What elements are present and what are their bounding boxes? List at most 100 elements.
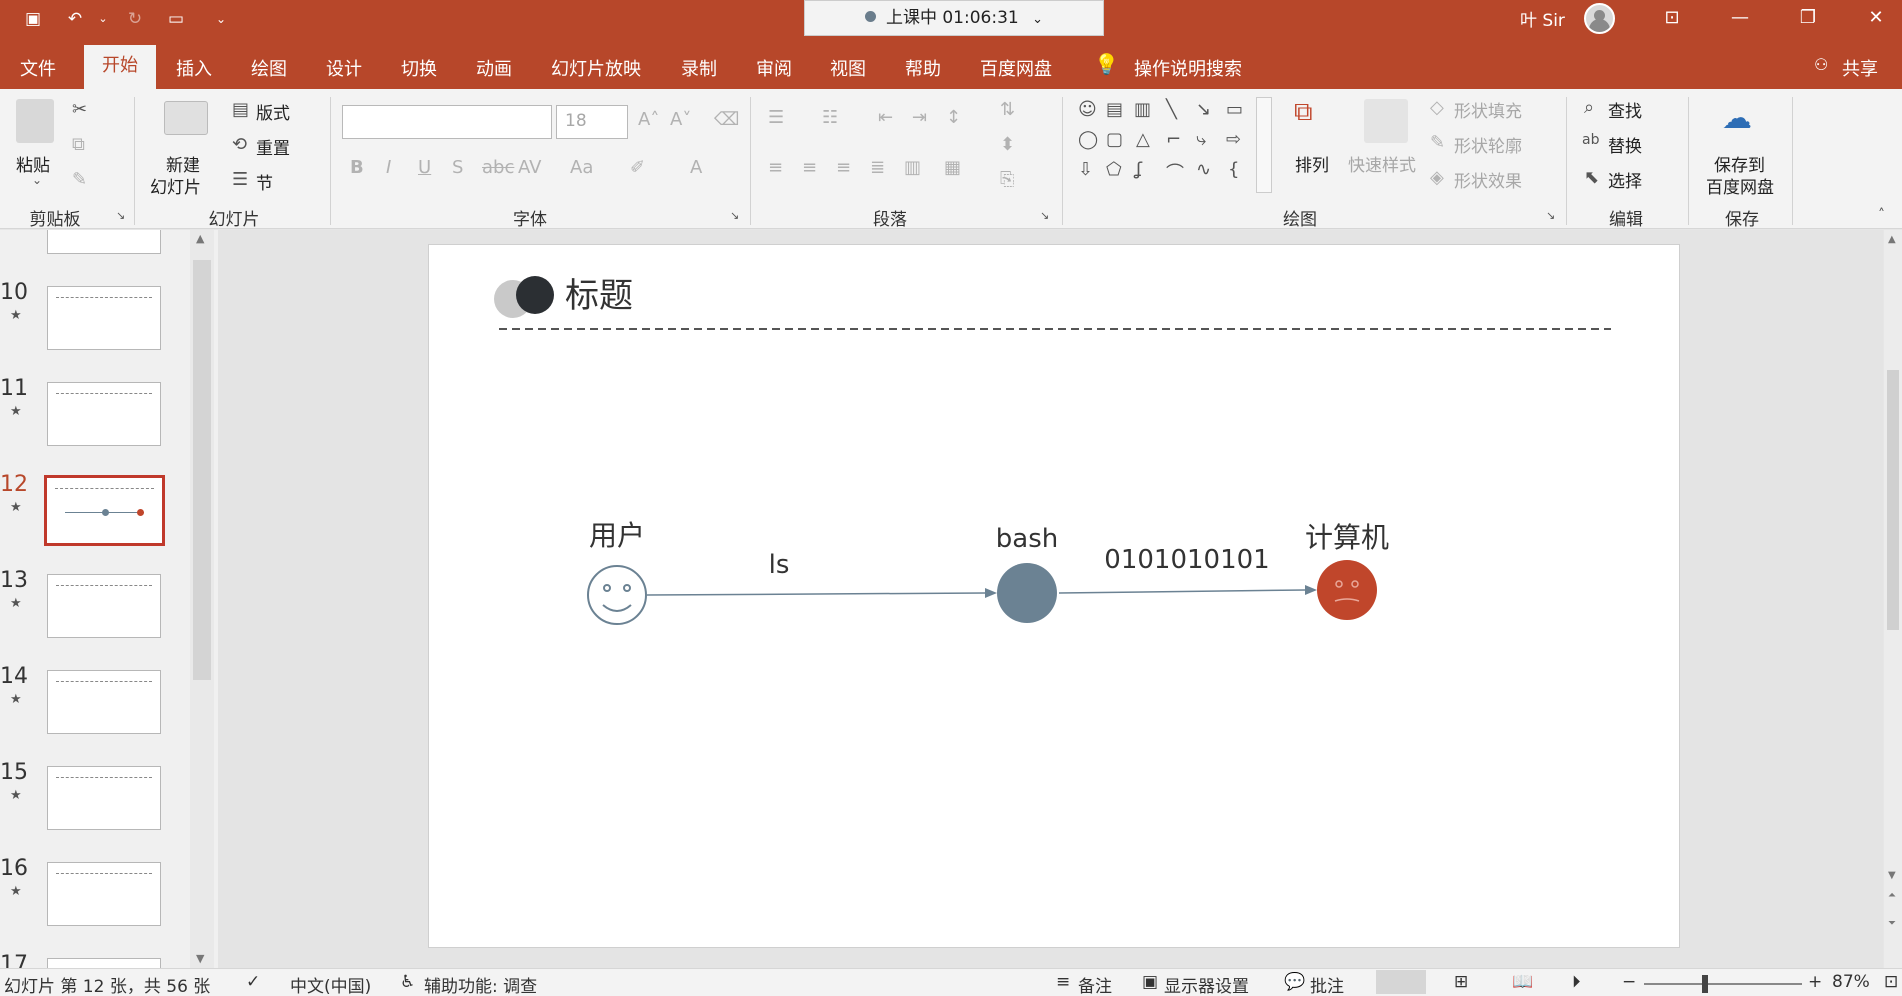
- scrollbar-thumb[interactable]: [193, 260, 211, 680]
- binary-label[interactable]: 0101010101: [1104, 545, 1269, 575]
- tab-review[interactable]: 审阅: [756, 55, 792, 81]
- smiley-shape-icon[interactable]: ☺: [1078, 99, 1097, 120]
- bash-node[interactable]: [997, 563, 1057, 623]
- normal-view-icon[interactable]: [1376, 970, 1426, 994]
- tab-file[interactable]: 文件: [20, 55, 56, 81]
- arc-shape-icon[interactable]: ⌒: [1166, 159, 1184, 185]
- clipboard-icon[interactable]: [16, 99, 54, 143]
- scroll-up-icon[interactable]: ▲: [1888, 234, 1896, 245]
- tab-design[interactable]: 设计: [326, 55, 362, 81]
- slide-title[interactable]: 标题: [565, 276, 633, 316]
- undo-dropdown-icon[interactable]: ⌄: [92, 8, 114, 30]
- triangle-shape-icon[interactable]: △: [1136, 129, 1150, 150]
- user-label[interactable]: 用户: [589, 519, 645, 552]
- slide-thumbnail[interactable]: [47, 574, 161, 638]
- arrow-line-shape-icon[interactable]: ↘: [1196, 99, 1211, 120]
- dialog-launcher-icon[interactable]: ↘: [1040, 209, 1049, 222]
- ribbon-display-icon[interactable]: ⊡: [1652, 4, 1692, 32]
- previous-slide-icon[interactable]: ⏶: [1888, 890, 1896, 901]
- avatar[interactable]: [1584, 3, 1615, 34]
- layout-button[interactable]: 版式: [256, 99, 290, 124]
- tell-me-search[interactable]: 操作说明搜索: [1134, 55, 1242, 81]
- arrange-button[interactable]: 排列: [1295, 151, 1329, 176]
- bash-label[interactable]: bash: [996, 524, 1058, 554]
- reset-button[interactable]: 重置: [256, 134, 290, 159]
- scrollbar-thumb[interactable]: [1887, 370, 1899, 630]
- thumbnail-scrollbar[interactable]: ▲ ▼: [190, 230, 214, 968]
- recording-indicator[interactable]: 上课中 01:06:31 ⌄: [804, 0, 1104, 36]
- zoom-level[interactable]: 87%: [1832, 972, 1870, 992]
- computer-node[interactable]: [1317, 560, 1377, 620]
- display-settings-button[interactable]: 显示器设置: [1164, 972, 1249, 996]
- scroll-up-icon[interactable]: ▲: [196, 232, 204, 245]
- reading-view-icon[interactable]: 📖: [1512, 972, 1533, 992]
- slideshow-view-icon[interactable]: ⏵: [1572, 972, 1581, 992]
- language-indicator[interactable]: 中文(中国): [290, 972, 371, 996]
- slide-thumbnail-selected[interactable]: [44, 475, 165, 546]
- present-icon[interactable]: ▭: [165, 8, 187, 30]
- slide-thumbnail[interactable]: [47, 670, 161, 734]
- slide-thumbnail[interactable]: [47, 766, 161, 830]
- zoom-slider[interactable]: [1644, 983, 1802, 985]
- tab-insert[interactable]: 插入: [176, 55, 212, 81]
- slide-thumbnail[interactable]: [47, 382, 161, 446]
- line-shape-icon[interactable]: ╲: [1166, 99, 1177, 120]
- select-button[interactable]: 选择: [1608, 167, 1642, 192]
- slide-thumbnail[interactable]: [47, 286, 161, 350]
- down-arrow-shape-icon[interactable]: ⇩: [1078, 159, 1093, 180]
- shapes-gallery-scroll[interactable]: [1256, 97, 1272, 193]
- scroll-down-icon[interactable]: ▼: [1888, 870, 1896, 881]
- spellcheck-icon[interactable]: ✓: [246, 972, 260, 992]
- customize-toolbar-icon[interactable]: ⌄: [210, 8, 232, 30]
- zoom-slider-handle[interactable]: [1702, 975, 1708, 993]
- new-slide-icon[interactable]: [164, 101, 208, 135]
- comments-button[interactable]: 批注: [1310, 972, 1344, 996]
- tab-animations[interactable]: 动画: [476, 55, 512, 81]
- editor-scrollbar[interactable]: ▲ ▼ ⏶ ⏷: [1884, 230, 1902, 968]
- scroll-down-icon[interactable]: ▼: [196, 952, 204, 965]
- tab-home[interactable]: 开始: [84, 45, 156, 89]
- restore-icon[interactable]: ❐: [1788, 4, 1828, 32]
- tab-draw[interactable]: 绘图: [251, 55, 287, 81]
- rounded-rect-shape-icon[interactable]: ▢: [1106, 129, 1123, 150]
- undo-icon[interactable]: ↶: [64, 8, 86, 30]
- notes-button[interactable]: 备注: [1078, 972, 1112, 996]
- computer-label[interactable]: 计算机: [1305, 521, 1389, 554]
- slide-thumbnail[interactable]: [47, 230, 161, 254]
- cut-icon[interactable]: ✂: [72, 99, 87, 120]
- new-slide-button-line2[interactable]: 幻灯片: [150, 173, 201, 198]
- slide-sorter-view-icon[interactable]: ⊞: [1454, 972, 1468, 992]
- tab-baidu-netdisk[interactable]: 百度网盘: [980, 55, 1052, 81]
- accessibility-status[interactable]: 辅助功能: 调查: [424, 972, 537, 996]
- slide-thumbnail[interactable]: [47, 958, 161, 968]
- slide-thumbnail[interactable]: [47, 862, 161, 926]
- replace-button[interactable]: 替换: [1608, 132, 1642, 157]
- section-button[interactable]: 节: [256, 169, 273, 194]
- scribble-shape-icon[interactable]: ʆ: [1136, 159, 1142, 180]
- dialog-launcher-icon[interactable]: ↘: [730, 209, 739, 222]
- save-to-netdisk-line2[interactable]: 百度网盘: [1706, 173, 1774, 198]
- zoom-in-icon[interactable]: +: [1808, 972, 1822, 992]
- dialog-launcher-icon[interactable]: ↘: [1546, 209, 1555, 222]
- brace-shape-icon[interactable]: {: [1228, 159, 1239, 180]
- fit-to-window-icon[interactable]: ⊡: [1884, 972, 1898, 992]
- oval-shape-icon[interactable]: ◯: [1078, 129, 1098, 150]
- paste-dropdown-icon[interactable]: ⌄: [32, 173, 42, 187]
- freeform-shape-icon[interactable]: ⬠: [1106, 159, 1122, 180]
- dialog-launcher-icon[interactable]: ↘: [116, 209, 125, 222]
- shapes-gallery[interactable]: ☺ ▤ ▥ ╲ ↘ ▭ ◯ ▢ △ ⌐ ⤷ ⇨ ⇩ ⬠ ʆ ⌒ ∿ {: [1074, 97, 1270, 193]
- user-smiley-icon[interactable]: [587, 565, 647, 625]
- right-arrow-shape-icon[interactable]: ⇨: [1226, 129, 1241, 150]
- close-icon[interactable]: ✕: [1856, 4, 1896, 32]
- share-button[interactable]: 共享: [1842, 55, 1878, 81]
- elbow-connector-shape-icon[interactable]: ⌐: [1166, 129, 1181, 150]
- user-name[interactable]: 叶 Sir: [1520, 6, 1565, 31]
- slide-canvas[interactable]: 标题 用户 ls bash 0101010101 计算机: [428, 244, 1680, 948]
- rectangle-shape-icon[interactable]: ▭: [1226, 99, 1243, 120]
- curve-shape-icon[interactable]: ∿: [1196, 159, 1211, 180]
- next-slide-icon[interactable]: ⏷: [1888, 918, 1896, 929]
- minimize-icon[interactable]: —: [1720, 4, 1760, 32]
- vertical-textbox-shape-icon[interactable]: ▥: [1134, 99, 1151, 120]
- tab-slideshow[interactable]: 幻灯片放映: [551, 55, 641, 81]
- find-button[interactable]: 查找: [1608, 97, 1642, 122]
